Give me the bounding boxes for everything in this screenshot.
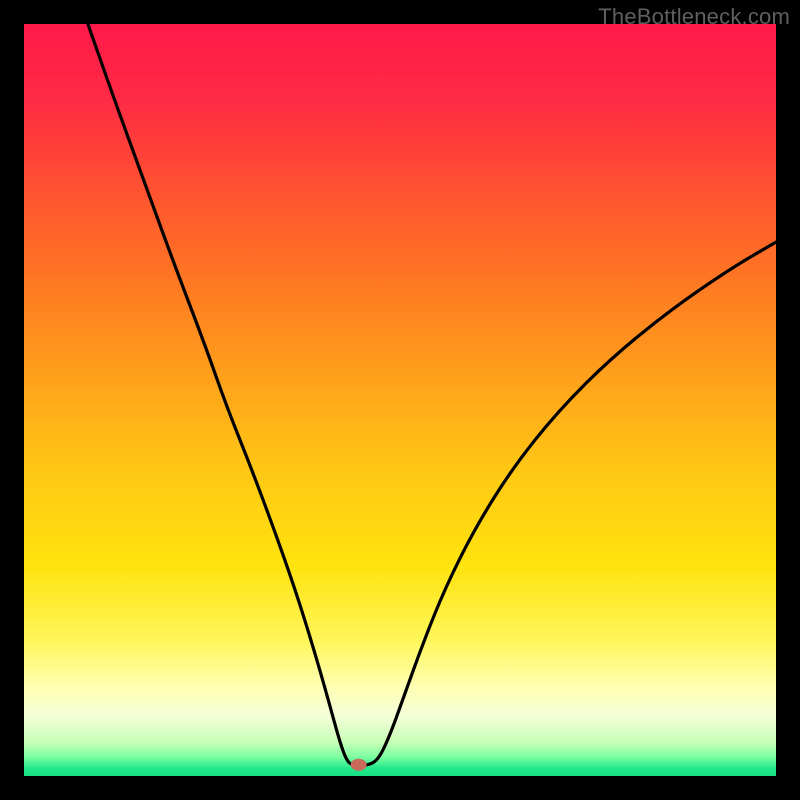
plot-area (24, 24, 776, 776)
chart-frame: TheBottleneck.com (0, 0, 800, 800)
selected-point-marker (351, 759, 367, 771)
gradient-background (24, 24, 776, 776)
plot-svg (24, 24, 776, 776)
